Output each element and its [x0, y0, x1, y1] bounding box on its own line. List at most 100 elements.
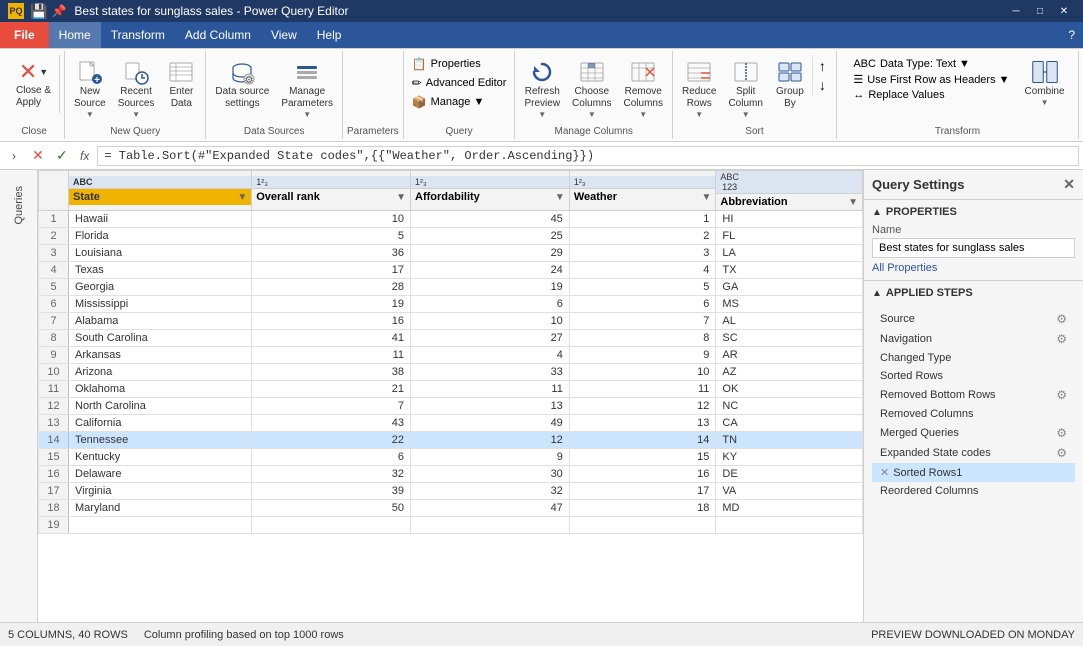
reduce-rows-button[interactable]: ReduceRows ▼	[677, 55, 721, 122]
table-row[interactable]: 10Arizona383310AZ	[39, 364, 863, 381]
step-gear-icon[interactable]: ⚙	[1056, 332, 1067, 346]
col-header-abbr[interactable]: ABC123 Abbreviation ▼	[716, 171, 863, 211]
data-grid[interactable]: ABC State ▼ 1²₃	[38, 170, 863, 622]
manage-button[interactable]: 📦 Manage ▼	[408, 93, 489, 111]
overall-col-name[interactable]: Overall rank ▼	[252, 189, 410, 205]
formula-input[interactable]	[97, 146, 1079, 166]
close-button[interactable]: ✕	[1053, 3, 1075, 19]
menu-view[interactable]: View	[261, 22, 307, 48]
applied-step-reordered-columns[interactable]: Reordered Columns	[872, 482, 1075, 500]
applied-step-removed-columns[interactable]: Removed Columns	[872, 405, 1075, 423]
table-row[interactable]: 5Georgia28195GA	[39, 279, 863, 296]
pin-icon[interactable]: 📌	[51, 4, 66, 18]
menu-file[interactable]: File	[0, 22, 49, 48]
abbr-filter-icon[interactable]: ▼	[848, 197, 858, 208]
table-row[interactable]: 6Mississippi1966MS	[39, 296, 863, 313]
state-col-name[interactable]: State ▼	[69, 189, 251, 205]
split-column-button[interactable]: SplitColumn ▼	[723, 55, 767, 122]
close-apply-button[interactable]: ✕ ▼ Close &Apply	[8, 55, 60, 113]
refresh-preview-button[interactable]: RefreshPreview ▼	[519, 55, 565, 122]
properties-button[interactable]: 📋 Properties	[408, 55, 485, 73]
formula-expand-button[interactable]: ›	[4, 146, 24, 166]
group-by-button[interactable]: GroupBy	[770, 55, 810, 113]
weather-filter-icon[interactable]: ▼	[701, 192, 711, 203]
weather-col-name[interactable]: Weather ▼	[570, 189, 716, 205]
table-row[interactable]: 7Alabama16107AL	[39, 313, 863, 330]
col-header-afford[interactable]: 1²₃ Affordability ▼	[411, 171, 570, 211]
maximize-button[interactable]: □	[1029, 3, 1051, 19]
table-row[interactable]: 9Arkansas1149AR	[39, 347, 863, 364]
applied-step-expanded-state-codes[interactable]: Expanded State codes⚙	[872, 443, 1075, 463]
applied-step-source[interactable]: Source⚙	[872, 309, 1075, 329]
minimize-button[interactable]: ─	[1005, 3, 1027, 19]
afford-filter-icon[interactable]: ▼	[555, 192, 565, 203]
data-source-settings-button[interactable]: ⚙ Data sourcesettings	[210, 55, 274, 113]
sort-asc-button[interactable]: ↑	[817, 57, 828, 75]
table-row[interactable]: 16Delaware323016DE	[39, 466, 863, 483]
col-header-weather[interactable]: 1²₃ Weather ▼	[569, 171, 716, 211]
combine-button[interactable]: Combine ▼	[1020, 55, 1070, 110]
cell-weather: 15	[569, 449, 716, 466]
query-settings-title: Query Settings	[872, 177, 964, 192]
applied-step-sorted-rows[interactable]: Sorted Rows	[872, 367, 1075, 385]
table-row[interactable]: 1Hawaii10451HI	[39, 211, 863, 228]
step-gear-icon[interactable]: ⚙	[1056, 426, 1067, 440]
applied-step-merged-queries[interactable]: Merged Queries⚙	[872, 423, 1075, 443]
formula-ok-button[interactable]: ✓	[52, 146, 72, 166]
applied-step-changed-type[interactable]: Changed Type	[872, 349, 1075, 367]
table-row[interactable]: 8South Carolina41278SC	[39, 330, 863, 347]
overall-filter-icon[interactable]: ▼	[396, 192, 406, 203]
table-row[interactable]: 12North Carolina71312NC	[39, 398, 863, 415]
col-header-overall[interactable]: 1²₃ Overall rank ▼	[252, 171, 411, 211]
query-settings-close[interactable]: ✕	[1063, 176, 1075, 193]
recent-sources-button[interactable]: RecentSources ▼	[113, 55, 160, 122]
col-header-state[interactable]: ABC State ▼	[69, 171, 252, 211]
table-row[interactable]: 4Texas17244TX	[39, 262, 863, 279]
table-row[interactable]: 14Tennessee221214TN	[39, 432, 863, 449]
row-number: 1	[39, 211, 69, 228]
sort-desc-button[interactable]: ↓	[817, 76, 828, 94]
menu-add-column[interactable]: Add Column	[175, 22, 261, 48]
applied-step-removed-bottom-rows[interactable]: Removed Bottom Rows⚙	[872, 385, 1075, 405]
cell-overall: 28	[252, 279, 411, 296]
applied-steps-arrow[interactable]: ▲	[872, 288, 882, 299]
save-icon[interactable]: 💾	[30, 3, 47, 20]
step-gear-icon[interactable]: ⚙	[1056, 312, 1067, 326]
enter-data-button[interactable]: EnterData	[161, 55, 201, 113]
menu-help[interactable]: Help	[307, 22, 352, 48]
table-row[interactable]: 11Oklahoma211111OK	[39, 381, 863, 398]
applied-step-navigation[interactable]: Navigation⚙	[872, 329, 1075, 349]
data-type-button[interactable]: ABC Data Type: Text ▼	[849, 57, 1013, 71]
table-row[interactable]: 17Virginia393217VA	[39, 483, 863, 500]
remove-columns-button[interactable]: RemoveColumns ▼	[619, 55, 668, 122]
replace-values-label: Replace Values	[868, 89, 944, 101]
table-row[interactable]: 18Maryland504718MD	[39, 500, 863, 517]
table-row[interactable]: 19	[39, 517, 863, 534]
step-delete-icon[interactable]: ✕	[880, 466, 889, 479]
cell-state: Delaware	[69, 466, 252, 483]
queries-label[interactable]: Queries	[9, 178, 29, 233]
menu-transform[interactable]: Transform	[101, 22, 175, 48]
afford-col-name[interactable]: Affordability ▼	[411, 189, 569, 205]
table-row[interactable]: 15Kentucky6915KY	[39, 449, 863, 466]
use-first-row-button[interactable]: ☰ Use First Row as Headers ▼	[849, 72, 1013, 87]
step-gear-icon[interactable]: ⚙	[1056, 446, 1067, 460]
choose-columns-button[interactable]: ChooseColumns ▼	[567, 55, 616, 122]
replace-values-button[interactable]: ↔ Replace Values	[849, 88, 1013, 102]
abbr-col-name[interactable]: Abbreviation ▼	[716, 194, 862, 210]
menu-home[interactable]: Home	[49, 22, 101, 48]
cell-weather: 6	[569, 296, 716, 313]
table-row[interactable]: 3Louisiana36293LA	[39, 245, 863, 262]
query-name-input[interactable]	[872, 238, 1075, 258]
all-properties-link[interactable]: All Properties	[872, 262, 1075, 274]
new-source-button[interactable]: + NewSource ▼	[69, 55, 111, 122]
table-row[interactable]: 13California434913CA	[39, 415, 863, 432]
step-gear-icon[interactable]: ⚙	[1056, 388, 1067, 402]
formula-cancel-button[interactable]: ✕	[28, 146, 48, 166]
advanced-editor-button[interactable]: ✏ Advanced Editor	[408, 74, 511, 92]
manage-parameters-button[interactable]: ManageParameters ▼	[276, 55, 338, 122]
table-row[interactable]: 2Florida5252FL	[39, 228, 863, 245]
properties-arrow[interactable]: ▲	[872, 207, 882, 218]
applied-step-sorted-rows1[interactable]: ✕Sorted Rows1	[872, 463, 1075, 482]
state-filter-icon[interactable]: ▼	[237, 192, 247, 203]
